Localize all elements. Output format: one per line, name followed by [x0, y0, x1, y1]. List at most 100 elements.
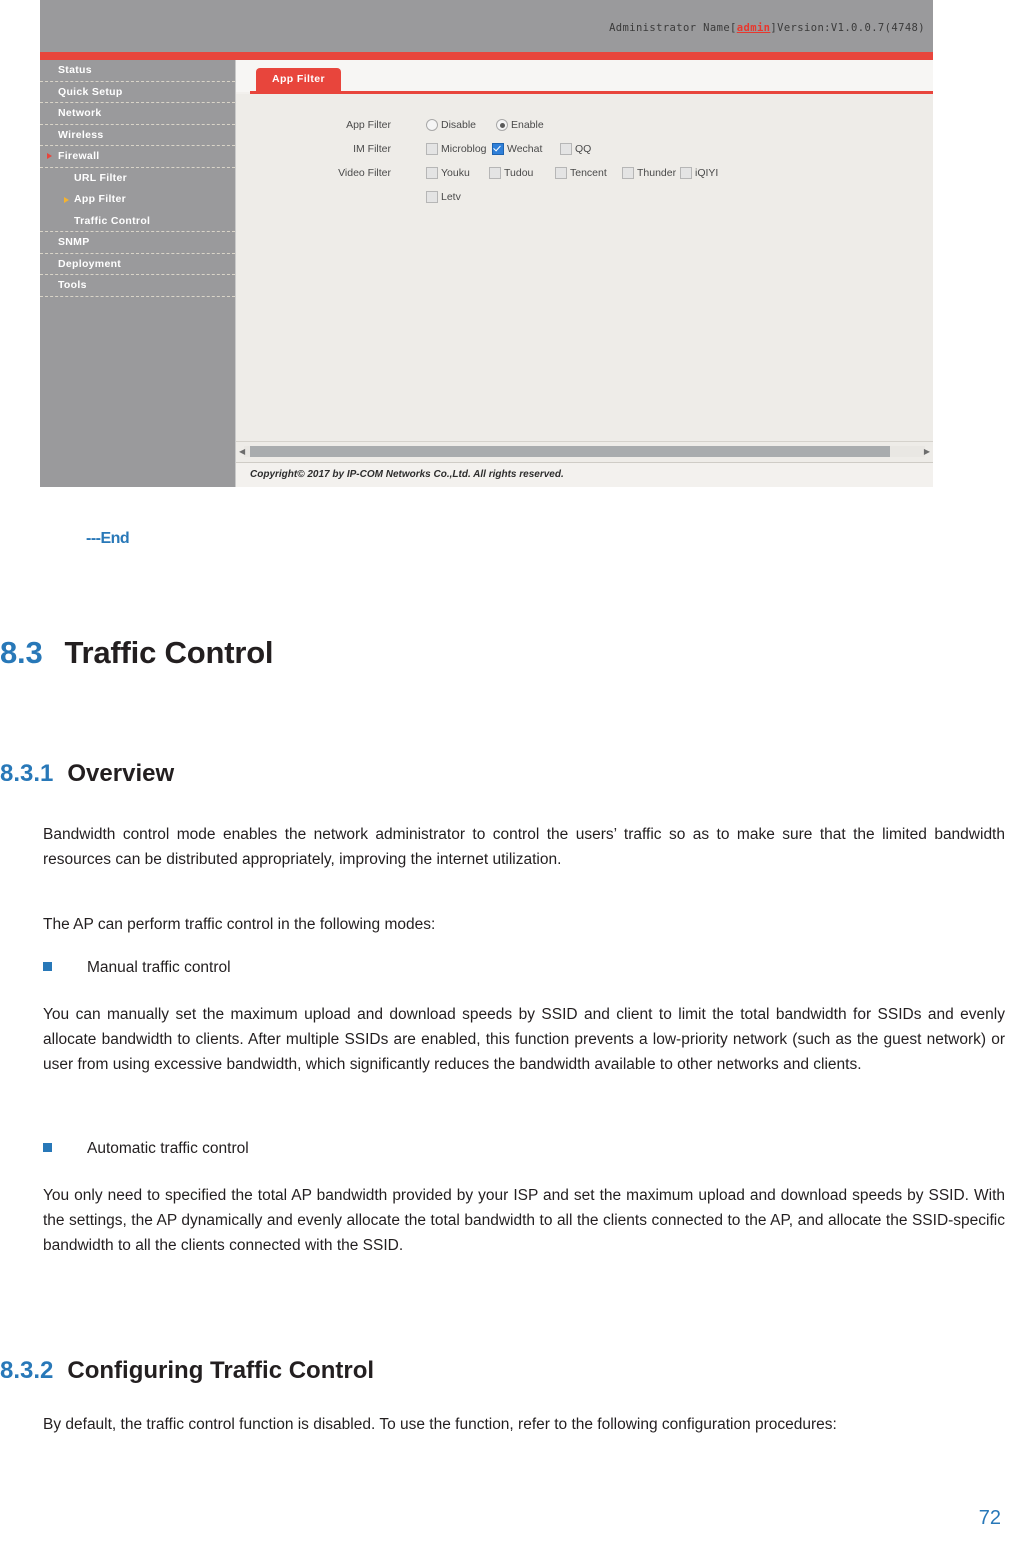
checkbox-icon[interactable] — [622, 167, 634, 179]
sidebar-item-label: SNMP — [58, 236, 90, 248]
bullet-manual-traffic-control: Manual traffic control — [43, 955, 1005, 980]
label-app-filter: App Filter — [346, 119, 391, 131]
sidebar-item-label: Wireless — [58, 128, 104, 141]
checkbox-icon[interactable] — [555, 167, 567, 179]
sidebar-item-tools[interactable]: Tools — [40, 275, 235, 297]
checkbox-icon[interactable] — [560, 143, 572, 155]
radio-icon-selected[interactable] — [496, 119, 508, 131]
sidebar-nav-list: Status Quick Setup Network Wireless Fire… — [40, 60, 235, 297]
copyright-text: Copyright© 2017 by IP-COM Networks Co.,L… — [250, 469, 564, 480]
sidebar-item-label: URL Filter — [74, 171, 127, 184]
checkbox-option-tudou[interactable]: Tudou — [489, 167, 555, 179]
checkbox-label: iQIYI — [695, 167, 719, 179]
checkbox-icon[interactable] — [426, 191, 438, 203]
checkbox-option-iqiyi[interactable]: iQIYI — [680, 167, 718, 179]
checkbox-option-microblog[interactable]: Microblog — [426, 143, 492, 155]
checkbox-icon[interactable] — [426, 167, 438, 179]
sidebar-item-label: Tools — [58, 279, 87, 291]
checkbox-option-wechat[interactable]: Wechat — [492, 143, 560, 155]
checkbox-option-tencent[interactable]: Tencent — [555, 167, 622, 179]
checkbox-icon[interactable] — [426, 143, 438, 155]
heading-8-3: 8.3 Traffic Control — [0, 635, 1011, 671]
radio-option-disable[interactable]: Disable — [426, 119, 496, 131]
page-number: 72 — [978, 1507, 1001, 1529]
checkbox-icon[interactable] — [489, 167, 501, 179]
sidebar-item-label: Quick Setup — [58, 85, 123, 98]
checkbox-option-youku[interactable]: Youku — [426, 167, 489, 179]
router-footer: Copyright© 2017 by IP-COM Networks Co.,L… — [236, 462, 933, 487]
checkbox-option-thunder[interactable]: Thunder — [622, 167, 680, 179]
checkbox-label: Thunder — [637, 167, 677, 179]
sidebar-item-snmp[interactable]: SNMP — [40, 232, 235, 254]
sidebar-item-status[interactable]: Status — [40, 60, 235, 82]
bullet-square-icon — [43, 1143, 52, 1152]
admin-label: Administrator Name[ — [609, 22, 737, 34]
radio-label: Enable — [511, 119, 544, 131]
checkbox-label: QQ — [575, 143, 592, 155]
router-content-area: App Filter App Filter Disable Enable IM … — [236, 60, 933, 487]
caret-right-icon — [47, 153, 52, 160]
video-filter-checkbox-group: Youku Tudou Tencent Thunder iQIYI — [426, 167, 718, 179]
paragraph-automatic-traffic-control: You only need to specified the total AP … — [43, 1187, 1005, 1254]
sidebar-item-label: Network — [58, 107, 102, 119]
heading-title: Overview — [67, 760, 175, 787]
router-ui-screenshot: Administrator Name[admin]Version:V1.0.0.… — [40, 0, 933, 487]
bullet-square-icon — [43, 962, 52, 971]
bullet-label: Manual traffic control — [87, 959, 231, 976]
admin-username[interactable]: admin — [737, 22, 771, 34]
checkbox-option-qq[interactable]: QQ — [560, 143, 591, 155]
radio-icon[interactable] — [426, 119, 438, 131]
radio-label: Disable — [441, 119, 477, 131]
tab-strip: App Filter — [236, 60, 933, 94]
im-filter-checkbox-group: Microblog Wechat QQ — [426, 143, 591, 155]
administrator-info: Administrator Name[admin]Version:V1.0.0.… — [609, 22, 925, 34]
horizontal-scrollbar[interactable]: ◀ ▶ — [236, 441, 933, 462]
scroll-right-arrow-icon[interactable]: ▶ — [924, 447, 930, 456]
checkbox-icon[interactable] — [680, 167, 692, 179]
paragraph-configuring-traffic-control: By default, the traffic control function… — [43, 1416, 837, 1433]
header-red-divider — [40, 52, 933, 60]
scrollbar-thumb[interactable] — [250, 446, 890, 457]
label-im-filter: IM Filter — [353, 143, 391, 155]
sidebar-item-wireless[interactable]: Wireless — [40, 125, 235, 146]
form-row-app-filter: App Filter Disable Enable — [236, 114, 933, 136]
sidebar-item-deployment[interactable]: Deployment — [40, 254, 235, 275]
checkbox-option-letv[interactable]: Letv — [426, 191, 461, 203]
sidebar-item-traffic-control[interactable]: Traffic Control — [40, 211, 235, 232]
sidebar-item-url-filter[interactable]: URL Filter — [40, 168, 235, 190]
form-row-video-filter: Video Filter Youku Tudou Tencent Thunder… — [236, 162, 933, 184]
app-filter-form: App Filter Disable Enable IM Filter Micr… — [236, 94, 933, 446]
bullet-automatic-traffic-control: Automatic traffic control — [43, 1136, 1005, 1161]
heading-title: Traffic Control — [64, 635, 274, 670]
heading-8-3-1: 8.3.1 Overview — [0, 760, 1011, 788]
sidebar-item-quick-setup[interactable]: Quick Setup — [40, 82, 235, 103]
checkbox-label: Tencent — [570, 167, 607, 179]
form-row-im-filter: IM Filter Microblog Wechat QQ — [236, 138, 933, 160]
checkbox-label: Wechat — [507, 143, 543, 155]
sidebar-item-network[interactable]: Network — [40, 103, 235, 125]
radio-option-enable[interactable]: Enable — [496, 119, 544, 131]
tab-label: App Filter — [272, 73, 325, 85]
router-sidebar: Status Quick Setup Network Wireless Fire… — [40, 60, 236, 487]
version-label: ]Version:V1.0.0.7(4748) — [770, 22, 925, 34]
sidebar-item-app-filter[interactable]: App Filter — [40, 189, 235, 211]
app-filter-radio-group: Disable Enable — [426, 119, 544, 131]
checkbox-label: Tudou — [504, 167, 534, 179]
heading-number: 8.3.1 — [0, 760, 54, 787]
sidebar-item-label: Traffic Control — [74, 214, 151, 227]
heading-title: Configuring Traffic Control — [67, 1357, 375, 1384]
sidebar-item-label: Status — [58, 64, 92, 76]
checkbox-icon-checked[interactable] — [492, 143, 504, 155]
form-row-video-filter-2: Letv — [236, 186, 933, 208]
checkbox-label: Microblog — [441, 143, 487, 155]
heading-number: 8.3.2 — [0, 1357, 54, 1384]
bullet-label: Automatic traffic control — [87, 1140, 249, 1157]
router-header-bar: Administrator Name[admin]Version:V1.0.0.… — [40, 0, 933, 52]
sidebar-item-label: Firewall — [58, 150, 100, 162]
tab-app-filter[interactable]: App Filter — [256, 68, 341, 91]
video-filter-checkbox-group-2: Letv — [426, 191, 461, 203]
paragraph-manual-traffic-control: You can manually set the maximum upload … — [43, 1006, 1005, 1073]
checkbox-label: Youku — [441, 167, 470, 179]
sidebar-item-firewall[interactable]: Firewall — [40, 146, 235, 168]
scroll-left-arrow-icon[interactable]: ◀ — [239, 447, 245, 456]
